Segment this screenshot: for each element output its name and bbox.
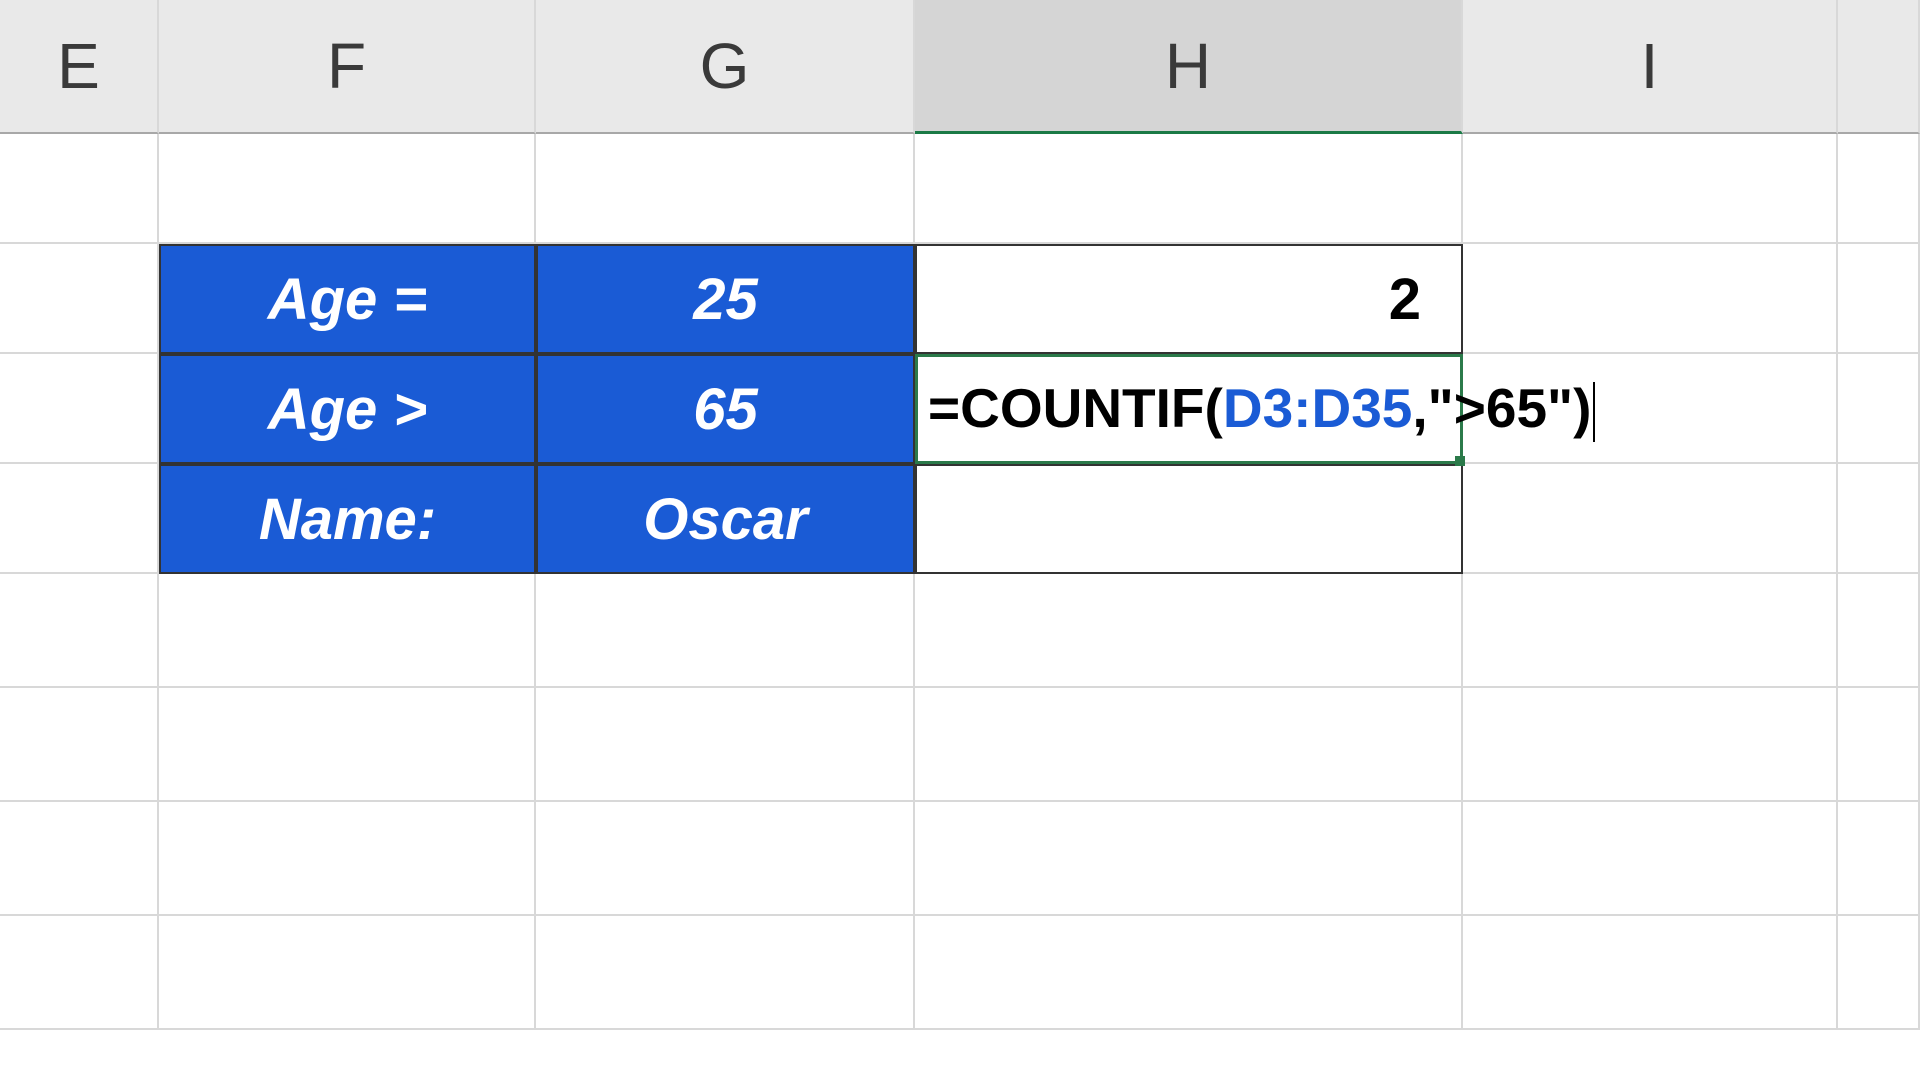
formula-text: =COUNTIF(D3:D35,">65") bbox=[928, 376, 1595, 442]
cell-empty[interactable] bbox=[159, 688, 536, 802]
cell-empty[interactable] bbox=[536, 802, 915, 916]
cell-empty[interactable] bbox=[0, 916, 159, 1030]
cell-value-name[interactable]: Oscar bbox=[536, 464, 915, 574]
text-cursor bbox=[1593, 382, 1595, 442]
column-header-next[interactable] bbox=[1838, 0, 1920, 134]
cell-empty[interactable] bbox=[0, 134, 159, 244]
cell-value-age-greater[interactable]: 65 bbox=[536, 354, 915, 464]
cell-empty[interactable] bbox=[536, 574, 915, 688]
cell-empty[interactable] bbox=[0, 354, 159, 464]
cell-empty[interactable] bbox=[1463, 916, 1838, 1030]
cell-empty[interactable] bbox=[536, 916, 915, 1030]
cell-empty[interactable] bbox=[915, 916, 1463, 1030]
cell-empty[interactable] bbox=[1463, 464, 1838, 574]
cell-empty[interactable] bbox=[1838, 802, 1920, 916]
formula-range-token: D3:D35 bbox=[1223, 377, 1413, 439]
cell-empty[interactable] bbox=[1463, 244, 1838, 354]
cell-empty[interactable] bbox=[915, 134, 1463, 244]
column-header-E[interactable]: E bbox=[0, 0, 159, 134]
cell-value-age-equals[interactable]: 25 bbox=[536, 244, 915, 354]
cell-label-age-greater[interactable]: Age > bbox=[159, 354, 536, 464]
cell-empty[interactable] bbox=[536, 134, 915, 244]
cell-empty[interactable] bbox=[1463, 802, 1838, 916]
cell-empty[interactable] bbox=[1838, 354, 1920, 464]
cell-empty[interactable] bbox=[159, 916, 536, 1030]
cell-empty[interactable] bbox=[1838, 688, 1920, 802]
cell-formula-editing[interactable]: =COUNTIF(D3:D35,">65") bbox=[915, 354, 1463, 464]
cell-empty[interactable] bbox=[1463, 688, 1838, 802]
cell-empty[interactable] bbox=[1838, 464, 1920, 574]
cell-empty[interactable] bbox=[0, 574, 159, 688]
cell-empty[interactable] bbox=[159, 802, 536, 916]
cell-empty[interactable] bbox=[1838, 244, 1920, 354]
column-header-I[interactable]: I bbox=[1463, 0, 1838, 134]
cell-empty[interactable] bbox=[915, 574, 1463, 688]
cell-empty[interactable] bbox=[1838, 134, 1920, 244]
cell-empty[interactable] bbox=[915, 802, 1463, 916]
cell-empty[interactable] bbox=[1463, 574, 1838, 688]
cell-result-name[interactable] bbox=[915, 464, 1463, 574]
cell-empty[interactable] bbox=[0, 464, 159, 574]
column-header-G[interactable]: G bbox=[536, 0, 915, 134]
cell-empty[interactable] bbox=[0, 244, 159, 354]
cell-empty[interactable] bbox=[0, 802, 159, 916]
cell-empty[interactable] bbox=[915, 688, 1463, 802]
cell-empty[interactable] bbox=[0, 688, 159, 802]
spreadsheet-grid: E F G H I Age = 25 2 Age > 65 =COUNTIF(D… bbox=[0, 0, 1920, 1030]
cell-label-age-equals[interactable]: Age = bbox=[159, 244, 536, 354]
cell-empty[interactable] bbox=[159, 134, 536, 244]
cell-empty[interactable] bbox=[536, 688, 915, 802]
column-header-F[interactable]: F bbox=[159, 0, 536, 134]
column-header-H[interactable]: H bbox=[915, 0, 1463, 134]
cell-empty[interactable] bbox=[1838, 574, 1920, 688]
cell-label-name[interactable]: Name: bbox=[159, 464, 536, 574]
cell-empty[interactable] bbox=[159, 574, 536, 688]
cell-result-age-equals[interactable]: 2 bbox=[915, 244, 1463, 354]
cell-empty[interactable] bbox=[1838, 916, 1920, 1030]
fill-handle[interactable] bbox=[1455, 456, 1465, 466]
cell-empty[interactable] bbox=[1463, 134, 1838, 244]
